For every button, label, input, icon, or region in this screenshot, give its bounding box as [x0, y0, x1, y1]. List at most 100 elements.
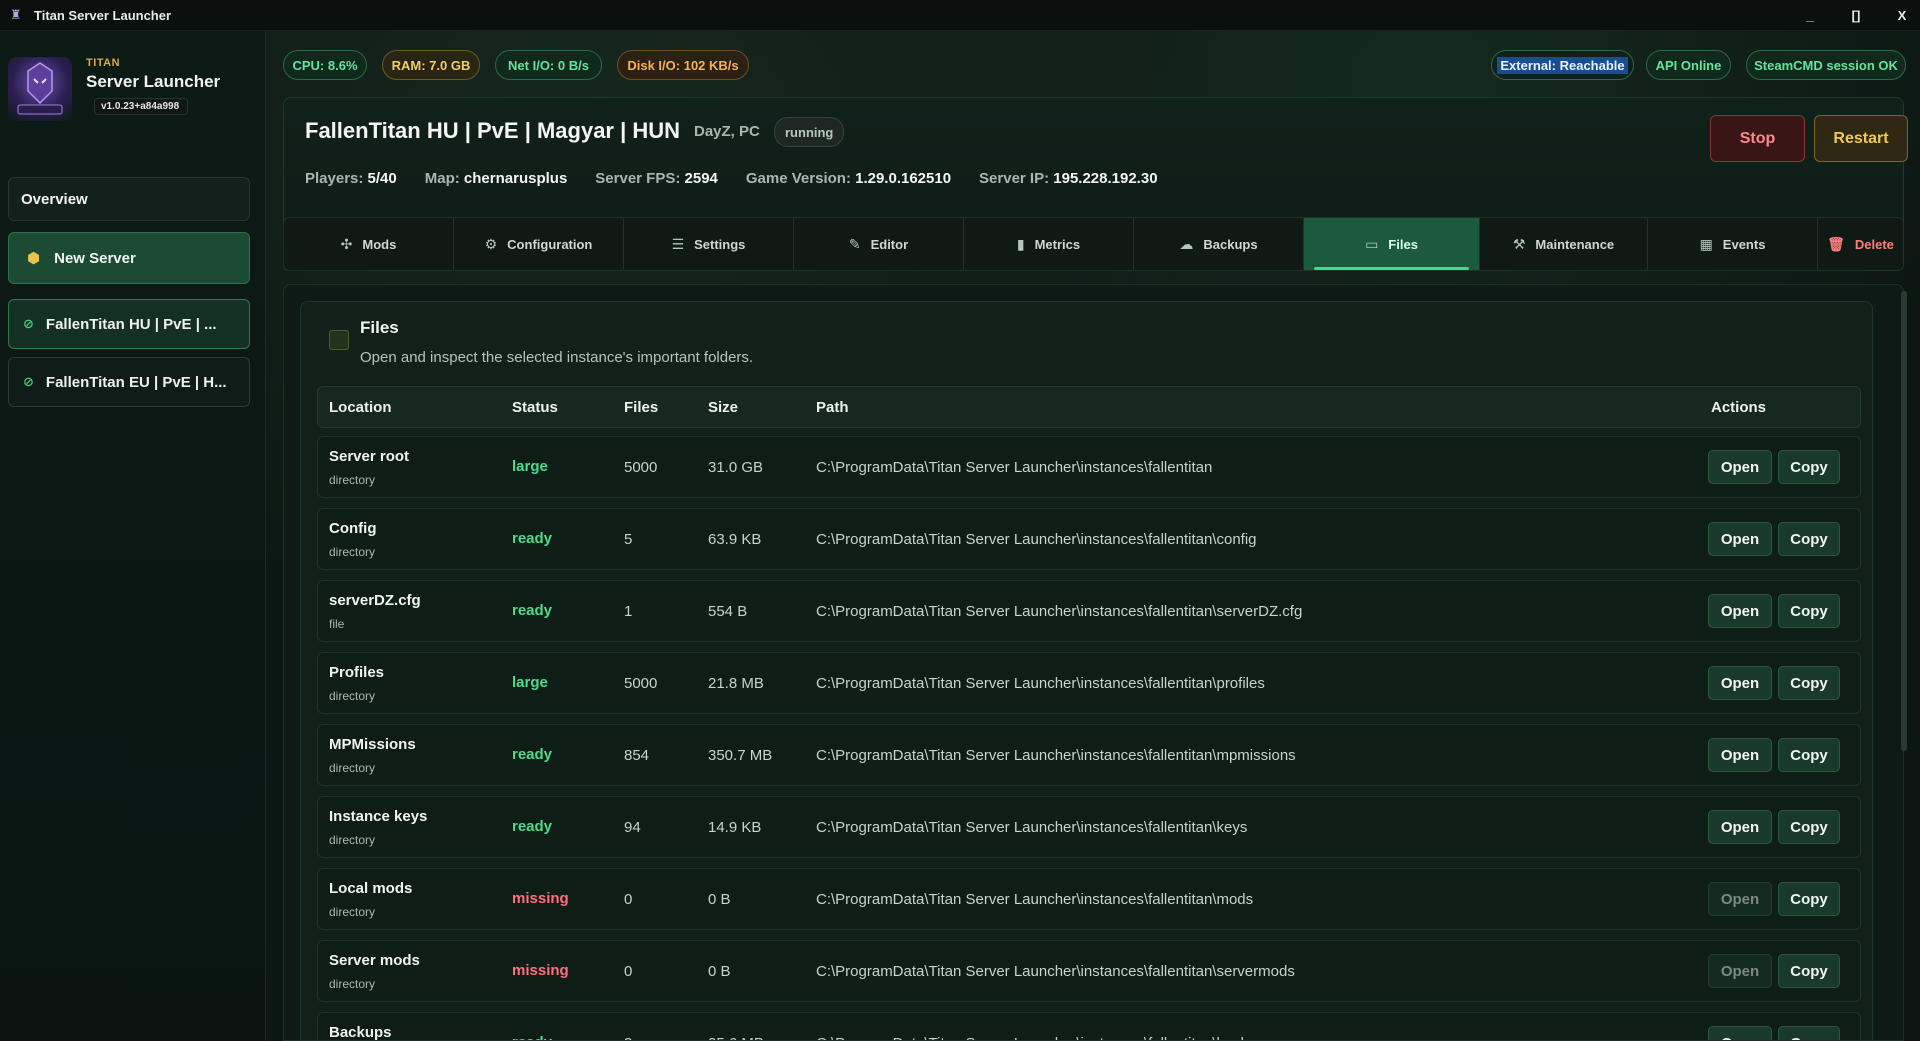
row-file-count: 0 — [624, 891, 633, 908]
open-button[interactable]: Open — [1708, 738, 1772, 772]
row-kind: directory — [329, 833, 376, 847]
copy-button[interactable]: Copy — [1778, 954, 1840, 988]
table-row: Profiles directory large 5000 21.8 MB C:\Prog… — [317, 652, 1861, 714]
row-location: Instance keys — [329, 808, 428, 825]
row-file-count: 5000 — [624, 459, 658, 476]
row-location: Local mods — [329, 880, 413, 897]
open-button[interactable]: Open — [1708, 522, 1772, 556]
row-file-count: 854 — [624, 747, 650, 764]
row-location: MPMissions — [329, 736, 416, 753]
row-kind: file — [329, 617, 345, 631]
open-button[interactable]: Open — [1708, 450, 1772, 484]
row-path: C:\ProgramData\Titan Server Launcher\ins… — [816, 603, 1303, 620]
row-location: Profiles — [329, 664, 385, 681]
col-path: Path — [816, 399, 849, 416]
row-size: 554 B — [708, 603, 748, 620]
copy-button[interactable]: Copy — [1778, 666, 1840, 700]
ip-stat: Server IP: 195.228.192.30 — [979, 170, 1158, 187]
gear-icon: ⚙ — [484, 235, 498, 252]
box-icon: ⬢ — [27, 250, 41, 267]
row-path: C:\ProgramData\Titan Server Launcher\ins… — [816, 531, 1257, 548]
puzzle-icon: ✣ — [340, 235, 353, 252]
open-button[interactable]: Open — [1708, 1026, 1772, 1040]
scrollbar[interactable] — [1901, 291, 1907, 751]
ram-pill: RAM: 7.0 GB — [382, 50, 480, 80]
col-location: Location — [329, 399, 392, 416]
tab-metrics[interactable]: ▮ Metrics — [964, 218, 1134, 270]
new-server-label: New Server — [54, 249, 136, 267]
sliders-icon: ☰ — [671, 235, 685, 252]
sidebar: TITAN Server Launcher v1.0.23+a84a998 Ov… — [0, 31, 266, 1041]
stop-button[interactable]: Stop — [1710, 115, 1805, 162]
tab-files[interactable]: ▭ Files — [1304, 218, 1480, 270]
trash-icon: 🗑 — [1827, 235, 1845, 252]
tab-maintenance[interactable]: ⚒ Maintenance — [1480, 218, 1648, 270]
row-file-count: 5000 — [624, 675, 658, 692]
open-button[interactable]: Open — [1708, 594, 1772, 628]
tab-settings[interactable]: ☰ Settings — [624, 218, 794, 270]
overview-button[interactable]: Overview — [8, 177, 250, 221]
tab-backups[interactable]: ☁ Backups — [1134, 218, 1304, 270]
row-path: C:\ProgramData\Titan Server Launcher\ins… — [816, 747, 1296, 764]
copy-button[interactable]: Copy — [1778, 1026, 1840, 1040]
copy-button[interactable]: Copy — [1778, 522, 1840, 556]
row-status: ready — [512, 602, 553, 619]
server-stats: Players: 5/40 Map: chernarusplus Server … — [305, 170, 1186, 187]
tab-editor[interactable]: ✎ Editor — [794, 218, 964, 270]
files-panel: Files Open and inspect the selected inst… — [283, 284, 1904, 1041]
overview-label: Overview — [21, 190, 88, 208]
steamcmd-pill: SteamCMD session OK — [1746, 50, 1906, 80]
row-location: Backups — [329, 1024, 392, 1041]
close-button[interactable]: X — [1882, 0, 1920, 30]
open-button[interactable]: Open — [1708, 882, 1772, 916]
tab-mods[interactable]: ✣ Mods — [284, 218, 454, 270]
cpu-pill: CPU: 8.6% — [283, 50, 367, 80]
server-label: FallenTitan HU | PvE | ... — [45, 315, 217, 333]
row-kind: directory — [329, 977, 376, 991]
open-button[interactable]: Open — [1708, 810, 1772, 844]
copy-button[interactable]: Copy — [1778, 450, 1840, 484]
copy-button[interactable]: Copy — [1778, 594, 1840, 628]
api-pill: API Online — [1646, 50, 1731, 80]
sidebar-item-server-hu[interactable]: ⊘ FallenTitan HU | PvE | ... — [8, 299, 250, 349]
maximize-button[interactable]: [] — [1836, 0, 1876, 30]
open-button[interactable]: Open — [1708, 666, 1772, 700]
row-path: C:\ProgramData\Titan Server Launcher\ins… — [816, 1035, 1272, 1040]
row-location: Server root — [329, 448, 410, 465]
minimize-button[interactable]: _ — [1790, 0, 1830, 30]
tab-configuration[interactable]: ⚙ Configuration — [454, 218, 624, 270]
tab-events[interactable]: ▦ Events — [1648, 218, 1818, 270]
row-file-count: 0 — [624, 963, 633, 980]
copy-button[interactable]: Copy — [1778, 882, 1840, 916]
external-pill: External: Reachable — [1491, 50, 1634, 80]
files-subtitle: Open and inspect the selected instance's… — [360, 349, 754, 366]
row-kind: directory — [329, 905, 376, 919]
row-path: C:\ProgramData\Titan Server Launcher\ins… — [816, 891, 1254, 908]
open-button[interactable]: Open — [1708, 954, 1772, 988]
folder-icon: ▭ — [1365, 235, 1379, 252]
files-title: Files — [360, 318, 399, 337]
copy-button[interactable]: Copy — [1778, 810, 1840, 844]
files-card: Files Open and inspect the selected inst… — [300, 301, 1873, 1041]
tab-delete[interactable]: 🗑 Delete — [1818, 218, 1903, 270]
pencil-icon: ✎ — [848, 235, 861, 252]
row-path: C:\ProgramData\Titan Server Launcher\ins… — [816, 819, 1248, 836]
server-label: FallenTitan EU | PvE | H... — [45, 373, 227, 391]
row-size: 25.6 MB — [708, 1035, 764, 1040]
table-row: Backupsdirectoryready325.6 MBC:\ProgramD… — [317, 1012, 1861, 1041]
table-row: Instance keys directory ready 94 14.9 KB C:\P… — [317, 796, 1861, 858]
row-status: large — [512, 674, 548, 691]
table-row: Config directory ready 5 63.9 KB C:\ProgramDa… — [317, 508, 1861, 570]
check-circle-icon: ⊘ — [23, 316, 34, 331]
row-status: missing — [512, 962, 569, 979]
new-server-button[interactable]: ⬢ New Server — [8, 232, 250, 284]
bar-chart-icon: ▮ — [1016, 235, 1025, 252]
row-location: Config — [329, 520, 377, 537]
row-status: ready — [512, 530, 553, 547]
sidebar-item-server-eu[interactable]: ⊘ FallenTitan EU | PvE | H... — [8, 357, 250, 407]
copy-button[interactable]: Copy — [1778, 738, 1840, 772]
restart-button[interactable]: Restart — [1814, 115, 1908, 162]
title-bar: ♜ Titan Server Launcher _ [] X — [0, 0, 1920, 31]
server-name: FallenTitan HU | PvE | Magyar | HUN — [305, 118, 681, 143]
row-status: missing — [512, 890, 569, 907]
